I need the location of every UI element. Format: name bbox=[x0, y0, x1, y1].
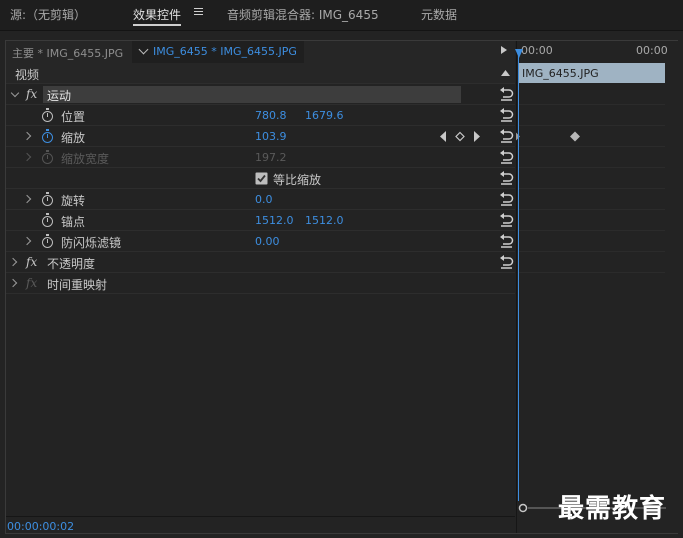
timeline-row-divider bbox=[519, 104, 665, 105]
twirl-collapsed-icon[interactable] bbox=[22, 194, 32, 204]
reset-icon[interactable] bbox=[499, 150, 514, 165]
reset-icon[interactable] bbox=[499, 213, 514, 228]
property-row-scale: 缩放 103.9 bbox=[6, 126, 515, 147]
playhead-handle[interactable] bbox=[515, 49, 523, 58]
tab-metadata[interactable]: 元数据 bbox=[421, 6, 457, 23]
property-row-position: 位置 780.8 1679.6 bbox=[6, 105, 515, 126]
property-row-uniform-scale: 等比缩放 bbox=[6, 168, 515, 189]
keyframe-navigator bbox=[440, 131, 480, 142]
anti-flicker-value[interactable]: 0.00 bbox=[255, 235, 280, 248]
fx-icon[interactable]: fx bbox=[26, 255, 37, 269]
panel-tab-bar: 源:（无剪辑） 效果控件 音频剪辑混合器: IMG_6455 元数据 bbox=[0, 0, 683, 31]
video-section-label: 视频 bbox=[15, 68, 40, 82]
reset-icon[interactable] bbox=[499, 234, 514, 249]
master-clip-label[interactable]: 主要 * IMG_6455.JPG bbox=[12, 45, 123, 61]
scale-width-value: 197.2 bbox=[255, 151, 287, 164]
timeline-clip-bar[interactable]: IMG_6455.JPG bbox=[519, 63, 665, 83]
video-section-header[interactable]: 视频 bbox=[6, 63, 515, 84]
effect-row-motion[interactable]: fx 运动 bbox=[6, 84, 515, 105]
current-timecode[interactable]: 00:00:00:02 bbox=[7, 520, 74, 533]
anchor-label: 锚点 bbox=[61, 215, 86, 229]
collapse-up-icon[interactable] bbox=[501, 70, 510, 76]
timeline-row-divider bbox=[519, 272, 665, 273]
active-tab-underline bbox=[133, 24, 182, 26]
reset-icon[interactable] bbox=[499, 108, 514, 123]
effect-row-opacity[interactable]: fx 不透明度 bbox=[6, 252, 515, 273]
timeline-tick-end: 00:00 bbox=[636, 44, 668, 57]
motion-label: 运动 bbox=[47, 89, 72, 103]
timeline-row-divider bbox=[519, 251, 665, 252]
show-timeline-toggle-icon[interactable] bbox=[501, 46, 507, 54]
anti-flicker-label: 防闪烁滤镜 bbox=[61, 236, 122, 250]
scale-keyframes bbox=[516, 131, 580, 142]
timeline-tick-start: 00:00 bbox=[521, 44, 553, 57]
property-row-anchor-point: 锚点 1512.0 1512.0 bbox=[6, 210, 515, 231]
reset-icon[interactable] bbox=[499, 192, 514, 207]
position-y-value[interactable]: 1679.6 bbox=[305, 109, 344, 122]
scale-value[interactable]: 103.9 bbox=[255, 130, 287, 143]
stopwatch-disabled-icon bbox=[42, 150, 53, 164]
stopwatch-icon[interactable] bbox=[42, 108, 53, 122]
property-row-scale-width: 缩放宽度 197.2 bbox=[6, 147, 515, 168]
effect-timeline-panel bbox=[516, 41, 678, 533]
uniform-scale-label: 等比缩放 bbox=[273, 173, 322, 187]
tab-effect-controls[interactable]: 效果控件 bbox=[133, 6, 182, 26]
twirl-collapsed-icon[interactable] bbox=[22, 236, 32, 246]
sequence-clip-label[interactable]: IMG_6455 * IMG_6455.JPG bbox=[153, 45, 297, 58]
rotation-label: 旋转 bbox=[61, 194, 86, 208]
timeline-row-divider bbox=[519, 209, 665, 210]
twirl-collapsed-icon[interactable] bbox=[8, 278, 18, 288]
anchor-x-value[interactable]: 1512.0 bbox=[255, 214, 294, 227]
stopwatch-icon[interactable] bbox=[42, 192, 53, 206]
timeline-row-divider bbox=[519, 146, 665, 147]
tab-effect-controls-label: 效果控件 bbox=[133, 8, 182, 22]
property-row-anti-flicker: 防闪烁滤镜 0.00 bbox=[6, 231, 515, 252]
uniform-scale-checkbox[interactable] bbox=[255, 172, 268, 185]
clip-selector-bar: 主要 * IMG_6455.JPG IMG_6455 * IMG_6455.JP… bbox=[6, 41, 515, 64]
fx-disabled-icon: fx bbox=[26, 276, 38, 290]
keyframe-marker[interactable] bbox=[570, 131, 580, 142]
twirl-collapsed-icon[interactable] bbox=[22, 131, 32, 141]
next-keyframe-icon[interactable] bbox=[474, 131, 480, 142]
reset-icon[interactable] bbox=[499, 255, 514, 270]
stopwatch-active-icon[interactable] bbox=[42, 129, 53, 143]
fx-icon[interactable]: fx bbox=[26, 87, 37, 101]
motion-highlight bbox=[43, 86, 461, 103]
timeline-row-divider bbox=[519, 167, 665, 168]
scale-width-label: 缩放宽度 bbox=[61, 152, 110, 166]
timeline-row-divider bbox=[519, 125, 665, 126]
reset-icon[interactable] bbox=[499, 129, 514, 144]
position-x-value[interactable]: 780.8 bbox=[255, 109, 287, 122]
panel-menu-icon[interactable] bbox=[194, 8, 203, 16]
watermark-logo: 最需教育 bbox=[558, 494, 667, 524]
property-row-rotation: 旋转 0.0 bbox=[6, 189, 515, 210]
playhead-line[interactable] bbox=[518, 56, 519, 501]
add-keyframe-icon[interactable] bbox=[455, 131, 465, 142]
timeline-row-divider bbox=[519, 188, 665, 189]
scale-label: 缩放 bbox=[61, 131, 86, 145]
tab-source[interactable]: 源:（无剪辑） bbox=[10, 6, 86, 23]
stopwatch-icon[interactable] bbox=[42, 234, 53, 248]
opacity-label: 不透明度 bbox=[47, 257, 96, 271]
twirl-collapsed-icon[interactable] bbox=[8, 257, 18, 267]
timeline-row-divider bbox=[519, 230, 665, 231]
reset-icon[interactable] bbox=[499, 87, 514, 102]
effect-row-time-remapping[interactable]: fx 时间重映射 bbox=[6, 273, 515, 294]
twirl-collapsed-icon bbox=[22, 152, 32, 162]
rotation-value[interactable]: 0.0 bbox=[255, 193, 273, 206]
stopwatch-icon[interactable] bbox=[42, 213, 53, 227]
prev-keyframe-icon[interactable] bbox=[440, 131, 446, 142]
position-label: 位置 bbox=[61, 110, 86, 124]
timeline-clip-label: IMG_6455.JPG bbox=[522, 67, 599, 80]
anchor-y-value[interactable]: 1512.0 bbox=[305, 214, 344, 227]
twirl-expanded-icon[interactable] bbox=[10, 88, 20, 98]
tab-audio-clip-mixer[interactable]: 音频剪辑混合器: IMG_6455 bbox=[227, 6, 379, 23]
footer-divider bbox=[6, 516, 515, 517]
reset-icon[interactable] bbox=[499, 171, 514, 186]
time-remap-label: 时间重映射 bbox=[47, 278, 108, 292]
